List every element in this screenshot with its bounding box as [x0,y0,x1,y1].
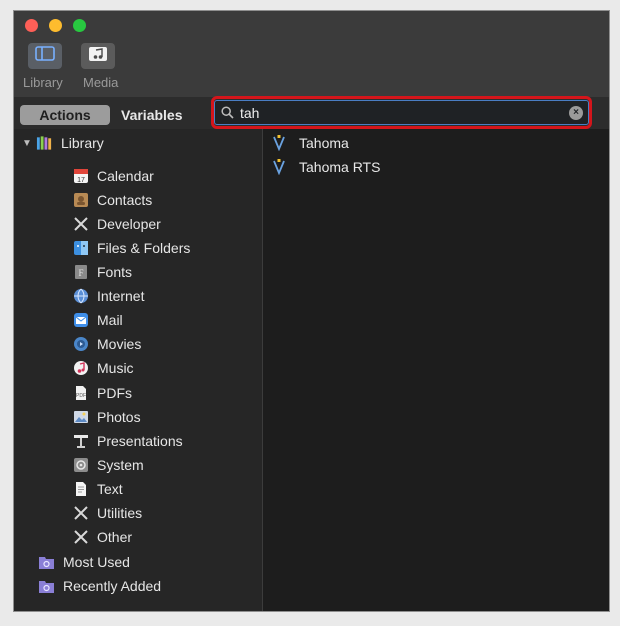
sidebar-item-fonts[interactable]: F Fonts [72,261,132,283]
sidebar-item-files-folders[interactable]: Files & Folders [72,237,190,259]
sidebar-item-label: Mail [97,312,123,328]
sidebar-item-internet[interactable]: Internet [72,285,144,307]
sidebar-item-label: Recently Added [63,578,162,594]
sidebar-item-label: Presentations [97,433,183,449]
library-toggle-button[interactable] [28,43,62,69]
sidebar-item-recently-added[interactable]: Recently Added [38,575,161,597]
minimize-window-button[interactable] [49,19,62,32]
sidebar-item-label: System [97,457,144,473]
sidebar-item-mail[interactable]: Mail [72,309,123,331]
sidebar-item-other[interactable]: Other [72,526,132,548]
sidebar-item-label: Developer [97,216,161,232]
results-list [263,129,609,611]
movies-icon [72,336,89,353]
sidebar-item-system[interactable]: System [72,454,144,476]
media-icon [88,46,108,67]
sidebar-item-movies[interactable]: Movies [72,333,141,355]
sidebar-item-calendar[interactable]: 17 Calendar [72,165,154,187]
system-icon [72,457,89,474]
sidebar-item-contacts[interactable]: Contacts [72,189,152,211]
calendar-icon: 17 [72,168,89,185]
sidebar-item-label: Files & Folders [97,240,191,256]
music-icon [72,360,89,377]
svg-text:PDF: PDF [76,393,86,399]
presentations-icon [72,433,89,450]
other-icon [72,529,89,546]
zoom-window-button[interactable] [73,19,86,32]
tab-variables[interactable]: Variables [121,105,183,125]
photos-icon [72,409,89,426]
sidebar-item-label: Utilities [97,505,143,521]
fonts-icon: F [72,264,89,281]
disclosure-triangle-icon[interactable]: ▼ [22,138,32,149]
close-window-button[interactable] [25,19,38,32]
library-panel-icon [35,46,55,66]
sidebar-item-label: Calendar [97,168,154,184]
library-label: Library [23,75,63,90]
sidebar-item-pdfs[interactable]: PDF PDFs [72,382,132,404]
result-label: Tahoma RTS [299,159,381,175]
pdf-icon: PDF [72,385,89,402]
svg-text:F: F [78,268,83,278]
sidebar-item-most-used[interactable]: Most Used [38,551,130,573]
sidebar-item-label: Other [97,529,133,545]
sidebar-item-photos[interactable]: Photos [72,406,141,428]
sidebar-item-developer[interactable]: Developer [72,213,161,235]
list-item[interactable]: Tahoma [272,132,349,154]
sidebar-item-label: Contacts [97,192,153,208]
sidebar-item-label: Movies [97,336,142,352]
sidebar-item-utilities[interactable]: Utilities [72,502,142,524]
smart-folder-icon [38,554,55,571]
contacts-icon [72,192,89,209]
sidebar-item-music[interactable]: Music [72,357,134,379]
text-icon [72,481,89,498]
developer-icon [72,216,89,233]
sidebar-item-label: Internet [97,288,145,304]
sidebar-item-presentations[interactable]: Presentations [72,430,183,452]
svg-text:17: 17 [77,177,85,184]
finder-icon [72,240,89,257]
sidebar-item-label: Music [97,360,134,376]
sidebar-item-label: PDFs [97,385,132,401]
automator-window: Library Media Actions Variables tah × ▼ [13,10,610,612]
sidebar-item-library[interactable]: ▼ Library [22,132,104,154]
sidebar-item-label: Text [97,481,123,497]
library-books-icon [36,135,53,152]
sidebar-item-label: Most Used [63,554,130,570]
internet-icon [72,288,89,305]
media-label: Media [83,75,119,90]
smart-folder-icon [38,578,55,595]
utilities-icon [72,505,89,522]
result-label: Tahoma [299,135,349,151]
font-action-icon [272,159,286,175]
search-highlight-box [211,96,592,129]
sidebar-item-label: Fonts [97,264,133,280]
tab-actions[interactable]: Actions [20,105,110,125]
list-item[interactable]: Tahoma RTS [272,156,380,178]
toolbar: Library Media [14,11,609,97]
sidebar-item-label: Photos [97,409,141,425]
sidebar-item-text[interactable]: Text [72,478,123,500]
sidebar-item-label: Library [61,135,104,151]
media-button[interactable] [81,43,115,69]
font-action-icon [272,135,286,151]
mail-icon [72,312,89,329]
